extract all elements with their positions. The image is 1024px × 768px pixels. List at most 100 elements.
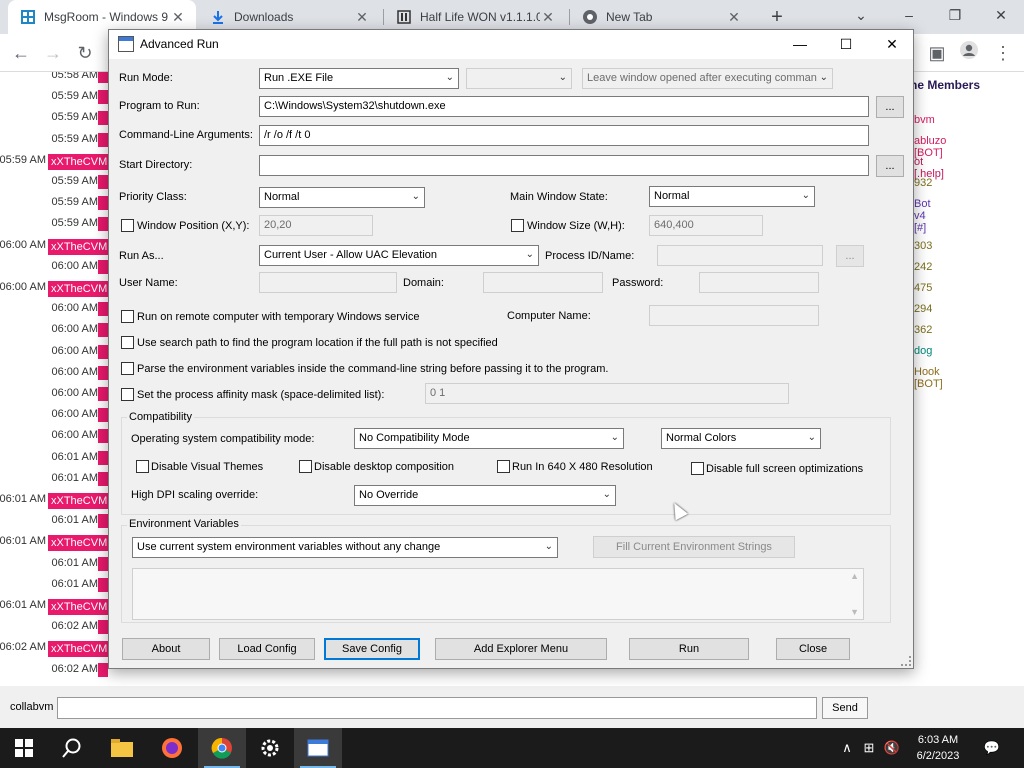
mainwin-select[interactable]: Normal ⌄ bbox=[649, 186, 815, 207]
chevron-down-icon: ⌄ bbox=[445, 72, 454, 83]
chat-message-row: 06:02 AM bbox=[0, 662, 108, 679]
chat-user-marker bbox=[98, 302, 108, 317]
member-list-item[interactable]: 294 bbox=[914, 303, 932, 315]
parseenv-checkbox[interactable] bbox=[121, 362, 134, 375]
winsize-input: 640,400 bbox=[649, 215, 763, 236]
chat-username-badge[interactable]: xXTheCVM bbox=[48, 238, 108, 255]
member-list-item[interactable]: 932 bbox=[914, 177, 932, 189]
chat-username-badge[interactable]: xXTheCVM bbox=[48, 599, 108, 615]
winpos-label: Window Position (X,Y): bbox=[137, 220, 250, 232]
member-list-item[interactable]: dog bbox=[914, 345, 932, 357]
new-tab-button[interactable]: + bbox=[764, 4, 790, 30]
desktop-comp-checkbox[interactable] bbox=[299, 460, 312, 473]
window-minimize-button[interactable]: – bbox=[886, 0, 932, 30]
runas-select[interactable]: Current User - Allow UAC Elevation ⌄ bbox=[259, 245, 539, 266]
member-list-item[interactable]: 475 bbox=[914, 282, 932, 294]
chat-username-badge[interactable]: xXTheCVM bbox=[48, 153, 108, 170]
chat-username-badge[interactable]: xXTheCVM bbox=[48, 281, 108, 297]
close-icon[interactable]: ✕ bbox=[540, 9, 556, 26]
member-list-item[interactable]: bvm bbox=[914, 114, 935, 126]
taskbar: ∧ ⊞ 🔇 6:03 AM 6/2/2023 💬 bbox=[0, 728, 1024, 768]
leave-window-select: Leave window opened after executing comm… bbox=[582, 68, 833, 89]
chat-username-badge[interactable]: xXTheCVM bbox=[48, 641, 108, 658]
compat-mode-select[interactable]: No Compatibility Mode ⌄ bbox=[354, 428, 624, 449]
firefox-icon[interactable] bbox=[148, 728, 196, 768]
show-hidden-icons[interactable]: ∧ bbox=[838, 728, 856, 768]
network-icon[interactable]: ⊞ bbox=[858, 728, 880, 768]
profile-icon[interactable] bbox=[956, 40, 982, 66]
tab-search-icon[interactable]: ⌄ bbox=[838, 0, 884, 30]
sidebar-icon[interactable]: ▣ bbox=[924, 40, 950, 66]
colors-select[interactable]: Normal Colors ⌄ bbox=[661, 428, 821, 449]
winpos-input: 20,20 bbox=[259, 215, 373, 236]
load-config-button[interactable]: Load Config bbox=[219, 638, 315, 660]
chat-timestamp: 05:59 AM bbox=[51, 132, 98, 145]
chrome-taskbar-icon[interactable] bbox=[198, 728, 246, 768]
notifications-icon[interactable]: 💬 bbox=[978, 728, 1006, 768]
visual-themes-checkbox[interactable] bbox=[136, 460, 149, 473]
window-restore-button[interactable]: ❐ bbox=[932, 0, 978, 30]
chat-username-badge[interactable]: xXTheCVM bbox=[48, 535, 108, 552]
winpos-checkbox[interactable] bbox=[121, 219, 134, 232]
dialog-maximize-button[interactable]: ☐ bbox=[823, 30, 869, 59]
priority-label: Priority Class: bbox=[119, 191, 187, 203]
resize-grip-icon[interactable] bbox=[901, 656, 911, 666]
start-button[interactable] bbox=[0, 728, 48, 768]
searchpath-label: Use search path to find the program loca… bbox=[137, 337, 498, 349]
remote-label: Run on remote computer with temporary Wi… bbox=[137, 311, 420, 323]
search-icon[interactable] bbox=[48, 728, 96, 768]
runas-label: Run As... bbox=[119, 250, 164, 262]
close-button[interactable]: Close bbox=[776, 638, 850, 660]
run-mode-select[interactable]: Run .EXE File ⌄ bbox=[259, 68, 459, 89]
member-list-item[interactable]: 303 bbox=[914, 240, 932, 252]
window-close-button[interactable]: ✕ bbox=[978, 0, 1024, 30]
chat-user-marker bbox=[98, 556, 108, 571]
affinity-checkbox[interactable] bbox=[121, 388, 134, 401]
chat-timestamp: 05:59 AM bbox=[51, 175, 98, 187]
program-input[interactable]: C:\Windows\System32\shutdown.exe bbox=[259, 96, 869, 117]
save-config-button[interactable]: Save Config bbox=[324, 638, 420, 660]
member-list-item[interactable]: 242 bbox=[914, 261, 932, 273]
domain-input bbox=[483, 272, 603, 293]
close-icon[interactable]: ✕ bbox=[726, 9, 742, 26]
chat-user-marker bbox=[98, 450, 108, 465]
member-list-item[interactable]: Hook [BOT] bbox=[914, 366, 943, 390]
back-arrow-icon[interactable]: ← bbox=[8, 40, 34, 66]
dialog-close-button[interactable]: ✕ bbox=[869, 30, 915, 59]
run-button[interactable]: Run bbox=[629, 638, 749, 660]
args-input[interactable]: /r /o /f /t 0 bbox=[259, 125, 869, 146]
fullscreen-opt-checkbox[interactable] bbox=[691, 462, 704, 475]
forward-arrow-icon[interactable]: → bbox=[40, 40, 66, 66]
send-button[interactable]: Send bbox=[822, 697, 868, 719]
member-list-item[interactable]: 362 bbox=[914, 324, 932, 336]
close-icon[interactable]: ✕ bbox=[170, 9, 186, 26]
chat-message-row: 06:01 AM bbox=[0, 577, 108, 594]
remote-checkbox[interactable] bbox=[121, 310, 134, 323]
searchpath-checkbox[interactable] bbox=[121, 336, 134, 349]
volume-muted-icon[interactable]: 🔇 bbox=[882, 728, 902, 768]
chat-timestamp: 06:02 AM bbox=[51, 620, 98, 633]
res640-checkbox[interactable] bbox=[497, 460, 510, 473]
clock[interactable]: 6:03 AM 6/2/2023 bbox=[904, 732, 972, 764]
startdir-browse-button[interactable]: ... bbox=[876, 155, 904, 177]
priority-select[interactable]: Normal ⌄ bbox=[259, 187, 425, 208]
close-icon[interactable]: ✕ bbox=[354, 9, 370, 26]
chat-username-badge[interactable]: xXTheCVM bbox=[48, 493, 108, 509]
about-button[interactable]: About bbox=[122, 638, 210, 660]
winsize-checkbox[interactable] bbox=[511, 219, 524, 232]
advancedrun-taskbar-icon[interactable] bbox=[294, 728, 342, 768]
reload-icon[interactable]: ↻ bbox=[72, 40, 98, 66]
affinity-label: Set the process affinity mask (space-del… bbox=[137, 389, 385, 401]
member-list-item[interactable]: Bot v4 [#] bbox=[914, 198, 931, 234]
env-mode-select[interactable]: Use current system environment variables… bbox=[132, 537, 558, 558]
message-input[interactable] bbox=[57, 697, 817, 719]
settings-gear-icon[interactable] bbox=[246, 728, 294, 768]
startdir-input[interactable] bbox=[259, 155, 869, 176]
dialog-minimize-button[interactable]: — bbox=[777, 30, 823, 59]
chat-message-row: xXTheCVM 06:00 AM bbox=[0, 281, 108, 297]
program-browse-button[interactable]: ... bbox=[876, 96, 904, 118]
dpi-select[interactable]: No Override ⌄ bbox=[354, 485, 616, 506]
file-explorer-icon[interactable] bbox=[98, 728, 146, 768]
add-explorer-menu-button[interactable]: Add Explorer Menu bbox=[435, 638, 607, 660]
menu-icon[interactable]: ⋮ bbox=[990, 40, 1016, 66]
